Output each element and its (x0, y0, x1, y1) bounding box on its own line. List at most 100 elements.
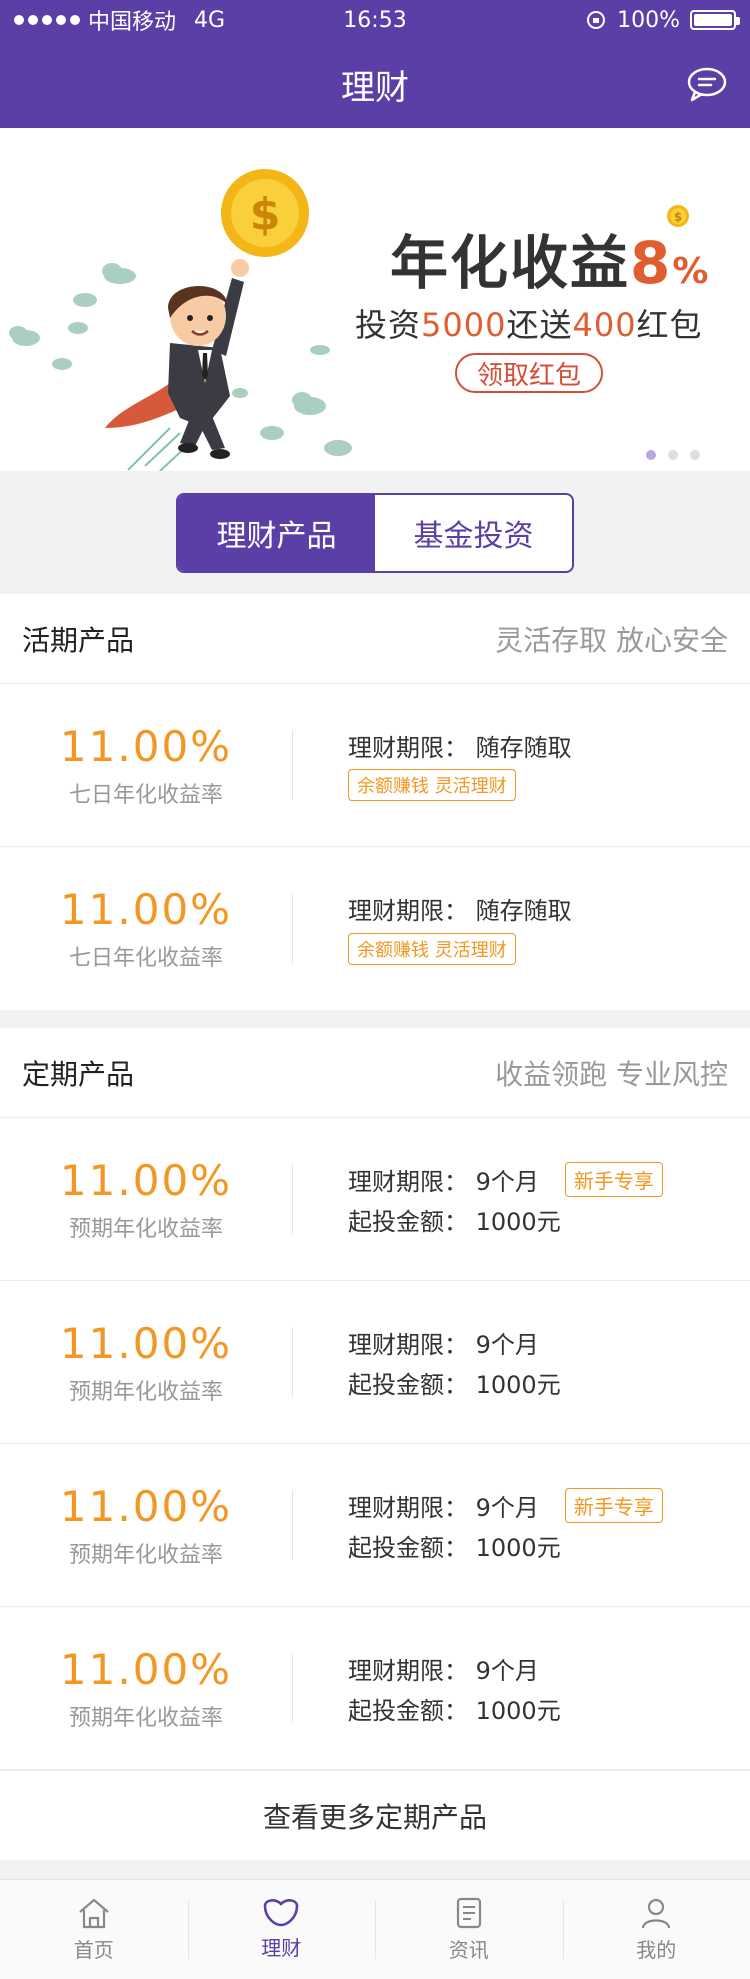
product-type-switcher: 理财产品 基金投资 (0, 471, 750, 594)
banner-headline-text: 年化收益 (390, 229, 631, 297)
term-text: 理财期限： 9个月 (348, 1167, 539, 1196)
rate-block: 11.00% 预期年化收益率 (0, 1319, 292, 1406)
tab-label: 我的 (636, 1938, 677, 1962)
product-info: 理财期限： 9个月 新手专享 起投金额： 1000元 (292, 1485, 663, 1565)
banner-subline: 投资5000还送400红包 (355, 300, 703, 346)
divider (292, 1490, 293, 1560)
product-row[interactable]: 11.00% 七日年化收益率 理财期限： 随存随取 余额赚钱 灵活理财 (0, 684, 750, 847)
product-row[interactable]: 11.00% 预期年化收益率 理财期限： 9个月 起投金额： 1000元 (0, 1607, 750, 1770)
page-title: 理财 (341, 67, 409, 108)
current-products-section: 活期产品 灵活存取 放心安全 11.00% 七日年化收益率 理财期限： 随存随取… (0, 594, 750, 1010)
rate-block: 11.00% 预期年化收益率 (0, 1156, 292, 1243)
banner-sub-amount: 5000 (421, 306, 507, 344)
rate-value: 11.00% (59, 1644, 233, 1694)
min-amount-text: 起投金额： 1000元 (348, 1696, 561, 1725)
status-bar: 中国移动 4G 16:53 100% (0, 0, 750, 40)
tab-label: 资讯 (448, 1938, 489, 1962)
rate-block: 11.00% 七日年化收益率 (0, 885, 292, 972)
feature-tag: 余额赚钱 灵活理财 (348, 932, 516, 965)
svg-text:$: $ (250, 189, 281, 240)
product-info: 理财期限： 随存随取 余额赚钱 灵活理财 (292, 889, 572, 969)
carousel-dot-1[interactable] (646, 450, 656, 460)
view-more-fixed-button[interactable]: 查看更多定期产品 (0, 1770, 750, 1860)
divider (292, 730, 293, 800)
banner-sub-suffix: 红包 (636, 306, 703, 344)
carousel-dot-2[interactable] (668, 450, 678, 460)
term-text: 理财期限： 9个月 (348, 1493, 539, 1522)
claim-bonus-button[interactable]: 领取红包 (455, 353, 603, 393)
fixed-products-section: 定期产品 收益领跑 专业风控 11.00% 预期年化收益率 理财期限： 9个月新… (0, 1028, 750, 1860)
min-amount-text: 起投金额： 1000元 (348, 1207, 561, 1236)
rate-label: 七日年化收益率 (68, 782, 223, 808)
rate-label: 预期年化收益率 (68, 1216, 223, 1242)
status-right: 100% (585, 7, 740, 33)
home-icon (79, 1898, 109, 1929)
min-amount-text: 起投金额： 1000元 (348, 1533, 561, 1562)
divider (292, 1164, 293, 1234)
finance-icon (263, 1899, 299, 1927)
term-text: 理财期限： 9个月 (348, 1656, 539, 1685)
section-title: 定期产品 (22, 1057, 135, 1091)
status-left: 中国移动 4G (14, 4, 225, 36)
tab-label: 首页 (73, 1938, 114, 1962)
section-header: 活期产品 灵活存取 放心安全 (0, 594, 750, 684)
rate-block: 11.00% 预期年化收益率 (0, 1482, 292, 1569)
tab-home[interactable]: 首页 (0, 1880, 188, 1979)
tab-news[interactable]: 资讯 (375, 1880, 563, 1979)
product-row[interactable]: 11.00% 七日年化收益率 理财期限： 随存随取 余额赚钱 灵活理财 (0, 847, 750, 1010)
rate-value: 11.00% (59, 1481, 233, 1531)
finance-page: 中国移动 4G 16:53 100% 理财 $ $ 年化收益8% 投资5000还… (0, 0, 750, 1979)
rate-block: 11.00% 七日年化收益率 (0, 722, 292, 809)
nav-bar: 理财 (0, 40, 750, 128)
network-type: 4G (194, 7, 226, 33)
feature-tag: 余额赚钱 灵活理财 (348, 769, 516, 801)
new-user-badge: 新手专享 (564, 1487, 663, 1523)
rate-value: 11.00% (59, 1318, 233, 1368)
rate-label: 预期年化收益率 (68, 1542, 223, 1568)
divider (292, 1327, 293, 1397)
rate-label: 预期年化收益率 (68, 1379, 223, 1405)
carrier: 中国移动 (88, 10, 177, 35)
segmented-control: 理财产品 基金投资 (176, 492, 574, 573)
battery-icon (690, 10, 740, 30)
tab-finance-products[interactable]: 理财产品 (178, 494, 375, 571)
section-title: 活期产品 (22, 623, 135, 657)
banner-sub-bonus: 400 (572, 306, 637, 344)
section-header: 定期产品 收益领跑 专业风控 (0, 1028, 750, 1118)
section-slogan: 收益领跑 专业风控 (495, 1057, 728, 1091)
product-info: 理财期限： 9个月 起投金额： 1000元 (292, 1648, 561, 1728)
term-text: 理财期限： 随存随取 (348, 733, 572, 762)
product-info: 理财期限： 9个月 新手专享 起投金额： 1000元 (292, 1159, 663, 1239)
carousel-indicator[interactable] (646, 450, 700, 460)
banner-headline-pct: % (672, 251, 711, 292)
product-info: 理财期限： 9个月 起投金额： 1000元 (292, 1322, 561, 1402)
rate-block: 11.00% 预期年化收益率 (0, 1645, 292, 1732)
new-user-badge: 新手专享 (564, 1161, 663, 1197)
carousel-dot-3[interactable] (690, 450, 700, 460)
banner-sub-prefix: 投资 (355, 306, 422, 344)
tab-label: 理财 (261, 1936, 302, 1960)
rotation-lock-icon (587, 11, 606, 29)
rate-value: 11.00% (59, 721, 233, 771)
min-amount-text: 起投金额： 1000元 (348, 1370, 561, 1399)
banner-headline: 年化收益8% (390, 216, 710, 300)
rate-value: 11.00% (59, 885, 233, 934)
battery-percent: 100% (617, 7, 680, 33)
product-row[interactable]: 11.00% 预期年化收益率 理财期限： 9个月 起投金额： 1000元 (0, 1281, 750, 1444)
chat-bubble-icon[interactable] (686, 66, 728, 102)
profile-icon (642, 1898, 671, 1929)
section-slogan: 灵活存取 放心安全 (495, 623, 728, 657)
divider (292, 1653, 293, 1723)
product-row[interactable]: 11.00% 预期年化收益率 理财期限： 9个月 新手专享 起投金额： 1000元 (0, 1118, 750, 1281)
signal-dots-icon (14, 15, 80, 25)
banner-illustration: $ (9, 169, 352, 471)
product-row[interactable]: 11.00% 预期年化收益率 理财期限： 9个月 新手专享 起投金额： 1000元 (0, 1444, 750, 1607)
tab-profile[interactable]: 我的 (562, 1880, 750, 1979)
tab-finance[interactable]: 理财 (187, 1880, 376, 1979)
product-info: 理财期限： 随存随取 余额赚钱 灵活理财 (292, 725, 572, 805)
bottom-tab-bar: 首页 理财 资讯 我的 (0, 1879, 750, 1979)
promo-banner[interactable]: $ $ 年化收益8% 投资5000还送400红包 领取红包 (0, 128, 750, 471)
divider (292, 893, 293, 964)
tab-fund-investment[interactable]: 基金投资 (375, 495, 572, 571)
rate-label: 预期年化收益率 (68, 1705, 223, 1731)
